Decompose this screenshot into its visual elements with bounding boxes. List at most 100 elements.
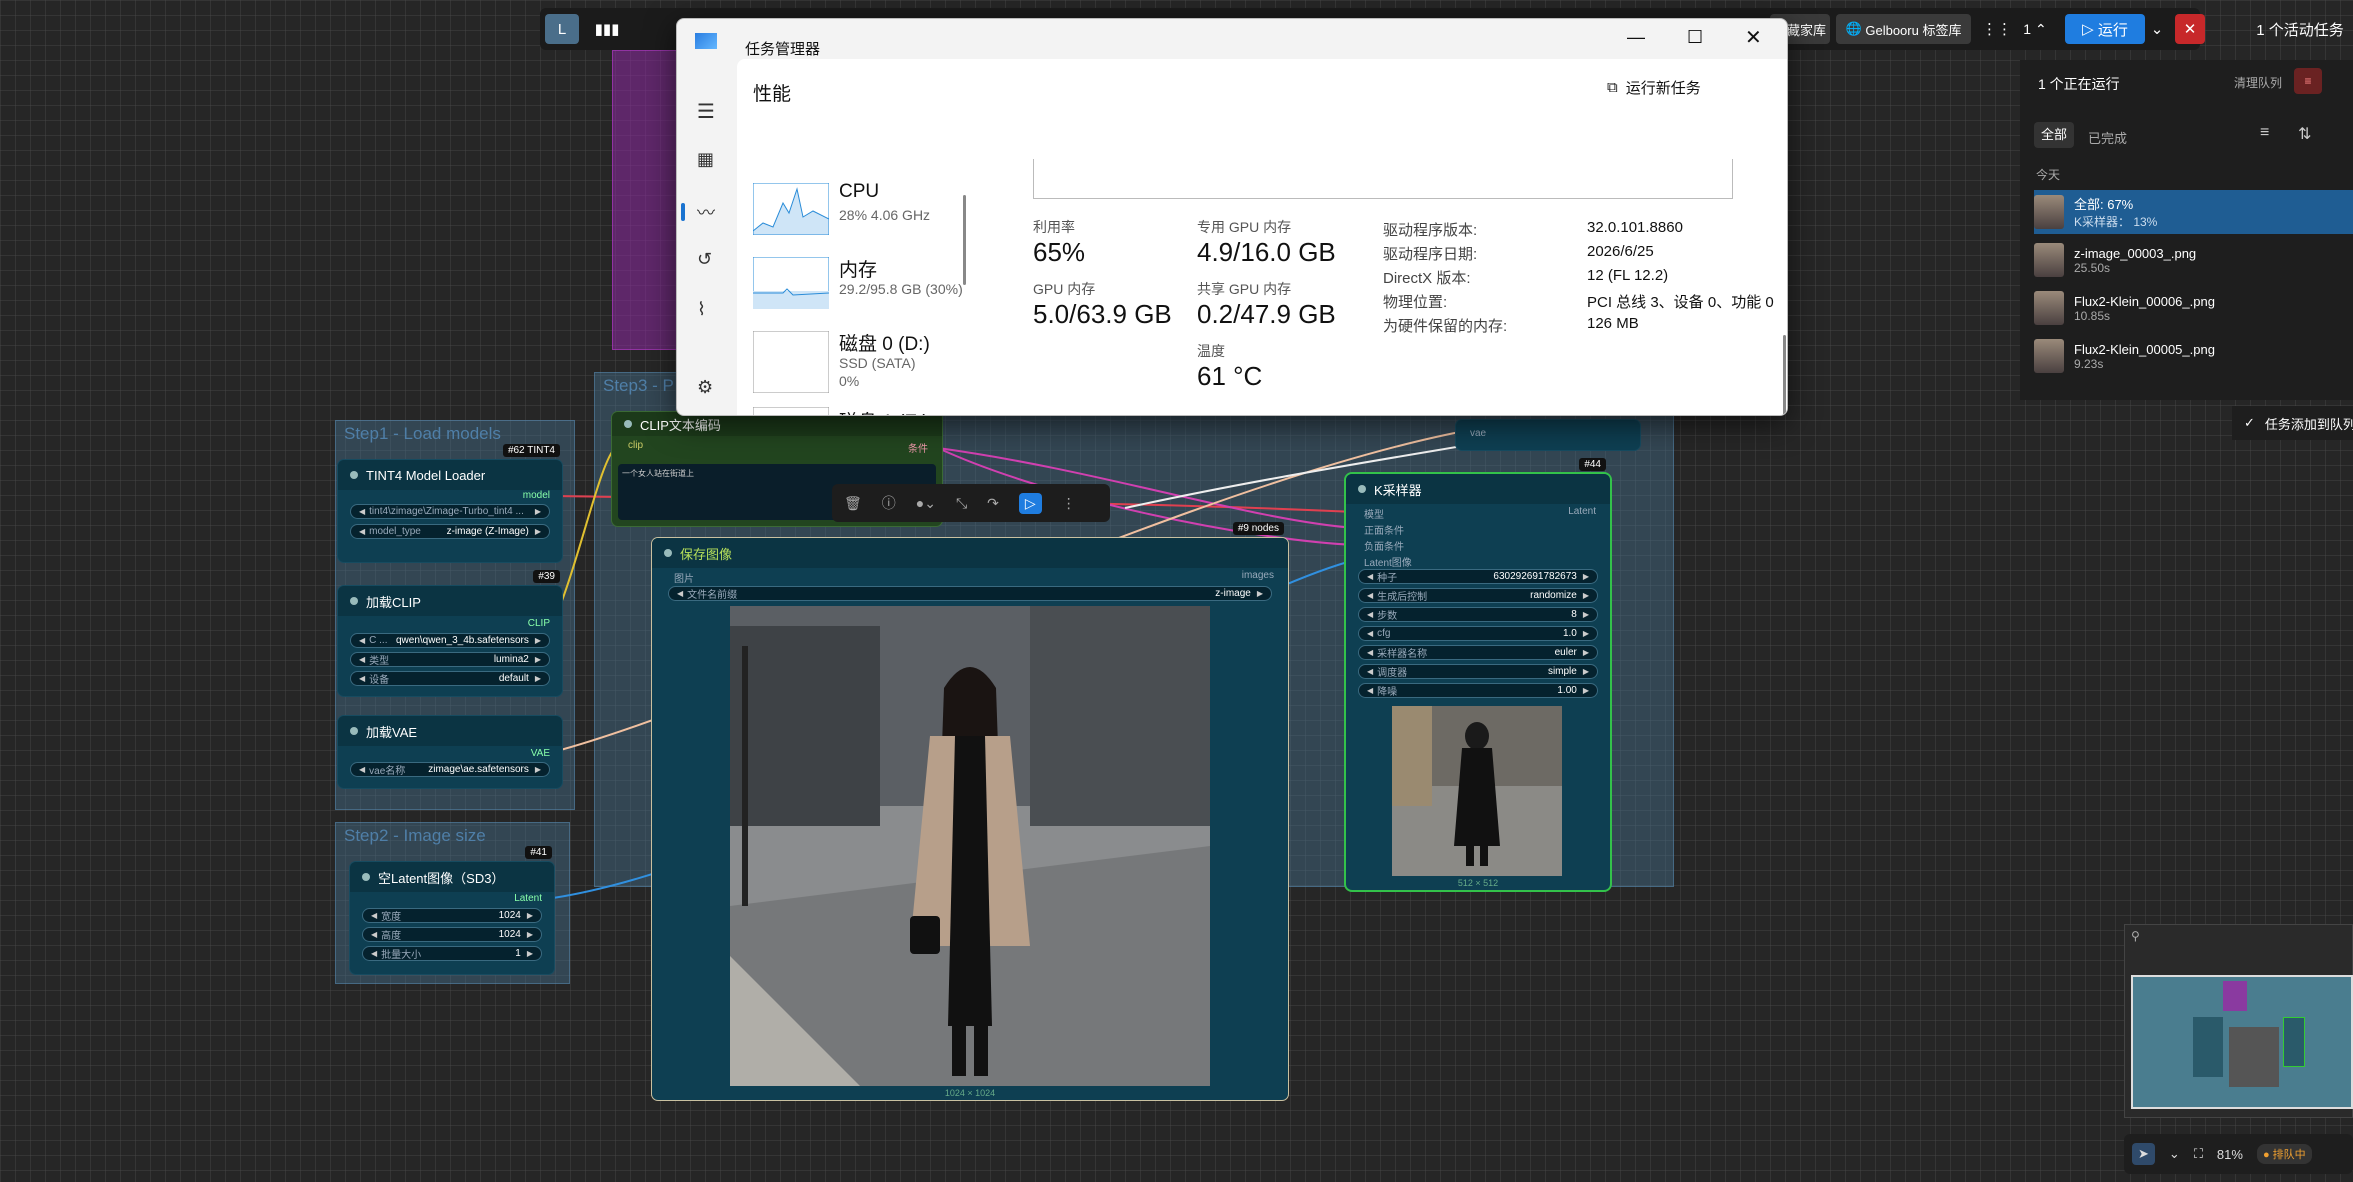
more-options-icon[interactable]: ⋯ bbox=[1785, 73, 1787, 98]
minimize-icon[interactable]: — bbox=[1627, 27, 1645, 48]
node-load-vae[interactable]: 加载VAE VAE vae名称 zimage\ae.safetensors bbox=[338, 716, 562, 788]
queue-item-history[interactable]: z-image_00003_.png 25.50s bbox=[2034, 238, 2353, 282]
node-latent-badge: #41 bbox=[525, 846, 552, 859]
trash-icon[interactable]: 🗑 bbox=[844, 495, 862, 512]
port-model-in[interactable]: 模型 bbox=[1364, 506, 1384, 521]
select-tool-icon[interactable]: ➤ bbox=[2132, 1143, 2155, 1165]
run-new-task-button[interactable]: ⧉ 运行新任务 bbox=[1607, 77, 1701, 98]
perf-item-disk0[interactable]: 磁盘 0 (D:) SSD (SATA) 0% bbox=[747, 323, 977, 393]
tool-dropdown-icon[interactable]: ⌄ bbox=[2169, 1146, 2180, 1162]
maximize-icon[interactable]: ☐ bbox=[1687, 27, 1703, 48]
toast-text: 任务添加到队列 bbox=[2264, 416, 2353, 432]
task-manager-window[interactable]: 任务管理器 — ☐ ✕ ☰ ▦ 〰 ↺ ⌇ ⚙ 性能 ⧉ 运行新任务 ⋯ CPU … bbox=[676, 18, 1788, 416]
widget-model-type[interactable]: model_type z-image (Z-Image) bbox=[350, 524, 550, 539]
startup-icon[interactable]: ⌇ bbox=[697, 299, 706, 320]
generated-image-preview[interactable] bbox=[730, 606, 1210, 1086]
port-latent-out[interactable]: Latent bbox=[514, 893, 542, 904]
port-positive-in[interactable]: 正面条件 bbox=[1364, 522, 1404, 537]
widget-clip-name[interactable]: C ... qwen\qwen_3_4b.safetensors bbox=[350, 633, 550, 648]
widget-clip-device[interactable]: 设备 default bbox=[350, 671, 550, 686]
memory-sparkline bbox=[753, 257, 829, 309]
clear-queue-button[interactable]: 清理队列 bbox=[2234, 74, 2282, 91]
info-icon[interactable]: ⓘ bbox=[882, 493, 896, 513]
settings-gear-icon[interactable]: ⚙ bbox=[697, 377, 713, 398]
node-vae-decode-fragment[interactable]: vae bbox=[1456, 420, 1640, 450]
queue-item-history[interactable]: Flux2-Klein_00005_.png 9.23s bbox=[2034, 334, 2353, 378]
widget-vae-name[interactable]: vae名称 zimage\ae.safetensors bbox=[350, 762, 550, 777]
widget-key: vae名称 bbox=[369, 766, 406, 777]
perf-item-disk1[interactable]: 磁盘 1 (E:) bbox=[747, 399, 977, 415]
close-icon[interactable]: ✕ bbox=[1745, 25, 1762, 50]
more-icon[interactable]: ⋮ bbox=[1062, 495, 1076, 512]
port-model-out[interactable]: model bbox=[523, 490, 550, 501]
disk0-usage: 0% bbox=[839, 373, 860, 389]
widget-denoise[interactable]: 降噪 1.00 bbox=[1358, 683, 1598, 698]
widget-seed[interactable]: 种子 630292691782673 bbox=[1358, 569, 1598, 584]
queue-running-label: 1 个正在运行 bbox=[2038, 76, 2120, 92]
port-vae-in[interactable]: vae bbox=[1470, 428, 1486, 439]
widget-model-path[interactable]: tint4\zimage\Zimage-Turbo_tint4 ... bbox=[350, 504, 550, 519]
port-latent-out[interactable]: Latent bbox=[1568, 506, 1596, 517]
port-clip-in[interactable]: clip bbox=[628, 440, 643, 451]
clear-queue-icon[interactable]: ≡ bbox=[2294, 68, 2322, 94]
run-node-icon[interactable]: ▷ bbox=[1018, 492, 1042, 514]
dedicated-gpu-mem-value: 4.9/16.0 GB bbox=[1197, 237, 1336, 267]
color-icon[interactable]: ●⌄ bbox=[916, 495, 936, 512]
util-value: 65% bbox=[1033, 237, 1086, 267]
widget-cfg[interactable]: cfg 1.0 bbox=[1358, 626, 1598, 641]
node-tint4-loader[interactable]: #62 TINT4 TINT4 Model Loader model tint4… bbox=[338, 444, 562, 562]
widget-clip-type[interactable]: 类型 lumina2 bbox=[350, 652, 550, 667]
widget-steps[interactable]: 步数 8 bbox=[1358, 607, 1598, 622]
widget-key: 类型 bbox=[369, 656, 390, 667]
disk0-name: 磁盘 0 (D:) bbox=[839, 334, 930, 355]
port-images-out[interactable]: images bbox=[1242, 570, 1274, 581]
tab-all[interactable]: 全部 bbox=[2034, 122, 2074, 148]
sort-icon[interactable]: ⇅ bbox=[2298, 124, 2311, 144]
node-save-image[interactable]: #9 nodes 保存图像 图片 images 文件名前缀 z-image 102… bbox=[652, 522, 1288, 1100]
widget-height[interactable]: 高度 1024 bbox=[362, 927, 542, 942]
latent-preview-image bbox=[1392, 706, 1562, 876]
minimap-settings-icon[interactable]: ⚲ bbox=[2131, 929, 2140, 943]
port-clip-out[interactable]: CLIP bbox=[528, 618, 550, 629]
widget-sampler-name[interactable]: 采样器名称 euler bbox=[1358, 645, 1598, 660]
perf-item-memory[interactable]: 内存 29.2/95.8 GB (30%) bbox=[747, 249, 987, 313]
hamburger-icon[interactable]: ☰ bbox=[697, 99, 715, 124]
widget-batch-size[interactable]: 批量大小 1 bbox=[362, 946, 542, 961]
widget-filename-prefix[interactable]: 文件名前缀 z-image bbox=[668, 586, 1272, 601]
node-status-dot bbox=[350, 471, 358, 479]
dedicated-gpu-mem-label: 专用 GPU 内存 bbox=[1197, 219, 1292, 235]
processes-icon[interactable]: ▦ bbox=[697, 149, 714, 170]
port-latent-in[interactable]: Latent图像 bbox=[1364, 554, 1412, 569]
tab-completed[interactable]: 已完成 bbox=[2088, 128, 2127, 147]
prompt-text: 一个女人站在街道上 bbox=[622, 469, 694, 478]
collapse-icon[interactable]: ⤡ bbox=[956, 495, 967, 512]
port-conditioning-out[interactable]: 条件 bbox=[908, 440, 928, 455]
history-icon[interactable]: ↺ bbox=[697, 249, 712, 270]
port-vae-out[interactable]: VAE bbox=[531, 748, 550, 759]
bypass-icon[interactable]: ↷ bbox=[987, 495, 999, 512]
thumbnail bbox=[2034, 339, 2064, 373]
widget-key: 批量大小 bbox=[381, 950, 422, 961]
queue-item-history[interactable]: Flux2-Klein_00006_.png 10.85s bbox=[2034, 286, 2353, 330]
port-image-in[interactable]: 图片 bbox=[674, 570, 694, 585]
queue-item-running[interactable]: 全部: 67% K采样器： 13% bbox=[2034, 190, 2353, 234]
perf-item-cpu[interactable]: CPU 28% 4.06 GHz bbox=[747, 175, 977, 239]
widget-value: simple bbox=[1547, 666, 1577, 677]
performance-icon[interactable]: 〰 bbox=[697, 199, 715, 225]
today-label: 今天 bbox=[2036, 168, 2061, 182]
list-scrollbar[interactable] bbox=[963, 195, 966, 285]
zoom-level[interactable]: 81% bbox=[2217, 1147, 2243, 1162]
filter-icon[interactable]: ≡ bbox=[2260, 124, 2269, 142]
memory-name: 内存 bbox=[839, 260, 878, 281]
node-load-clip[interactable]: #39 加载CLIP CLIP C ... qwen\qwen_3_4b.safe… bbox=[338, 570, 562, 696]
port-negative-in[interactable]: 负面条件 bbox=[1364, 538, 1404, 553]
fit-view-icon[interactable]: ⛶ bbox=[2194, 1146, 2203, 1162]
widget-width[interactable]: 宽度 1024 bbox=[362, 908, 542, 923]
node-ksampler[interactable]: #44 K采样器 模型 正面条件 负面条件 Latent图像 Latent 种子… bbox=[1346, 458, 1610, 890]
widget-control-after[interactable]: 生成后控制 randomize bbox=[1358, 588, 1598, 603]
content-scrollbar[interactable] bbox=[1783, 335, 1786, 415]
minimap-panel[interactable]: ⚲ bbox=[2124, 924, 2353, 1118]
minimap-viewport[interactable] bbox=[2131, 975, 2353, 1109]
widget-scheduler[interactable]: 调度器 simple bbox=[1358, 664, 1598, 679]
node-empty-latent[interactable]: #41 空Latent图像（SD3） Latent 宽度1024 高度1024 … bbox=[350, 846, 554, 974]
